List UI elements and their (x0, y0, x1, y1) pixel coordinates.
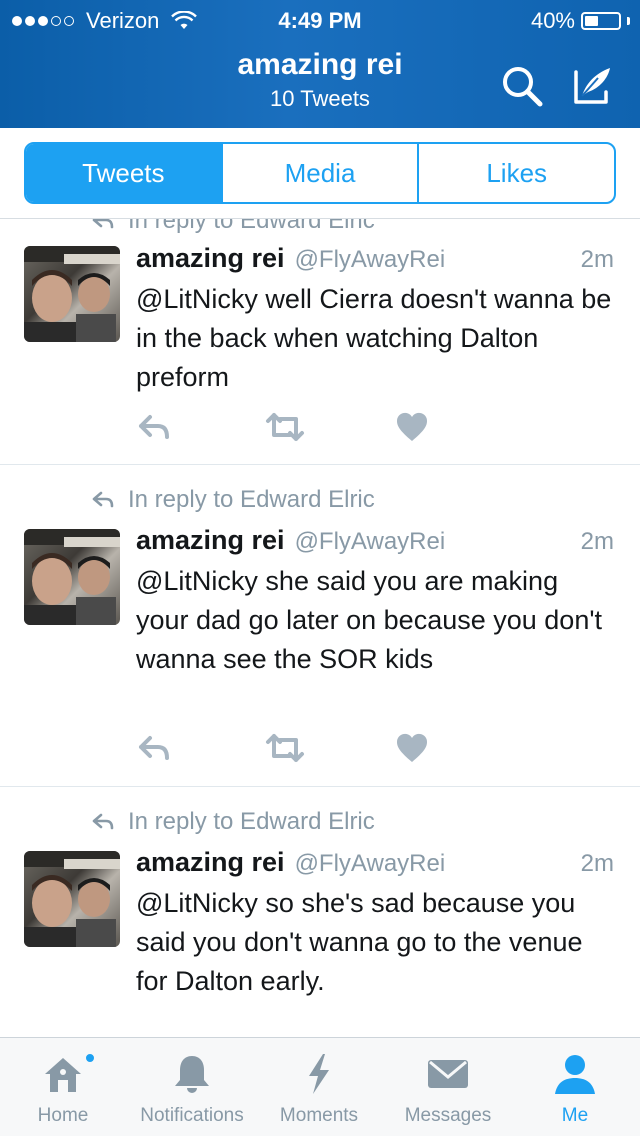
tweet-header: amazing rei @FlyAwayRei 2m (136, 847, 614, 883)
tweet-author-name[interactable]: amazing rei (136, 243, 285, 274)
tweet-author-handle[interactable]: @FlyAwayRei (295, 850, 446, 878)
tab-label: Me (561, 1105, 589, 1126)
reply-button[interactable] (136, 409, 172, 445)
avatar[interactable] (24, 246, 120, 342)
envelope-icon (428, 1060, 468, 1088)
tab-messages[interactable]: Messages (388, 1038, 508, 1136)
tab-tweets[interactable]: Tweets (26, 144, 221, 202)
profile-header: Verizon 4:49 PM 40% amazing rei 10 Tweet… (0, 0, 640, 128)
avatar[interactable] (24, 529, 120, 625)
status-right: 40% (531, 8, 630, 34)
reply-arrow-icon (92, 813, 114, 830)
bell-icon (175, 1056, 209, 1093)
battery-icon (581, 12, 621, 30)
notification-dot (84, 1052, 96, 1064)
avatar[interactable] (24, 851, 120, 947)
heart-icon (396, 412, 428, 441)
tweet-author-name[interactable]: amazing rei (136, 847, 285, 878)
profile-segmented-control: Tweets Media Likes (24, 142, 616, 204)
reply-context: In reply to Edward Elric (92, 806, 375, 838)
retweet-icon (266, 413, 304, 441)
tab-media[interactable]: Media (220, 144, 418, 202)
search-button[interactable] (498, 62, 546, 110)
tweet-author-name[interactable]: amazing rei (136, 525, 285, 556)
tweet-item[interactable]: In reply to Edward Elric amazing rei @Fl… (0, 787, 640, 1037)
tab-moments[interactable]: Moments (264, 1038, 374, 1136)
tab-label: Moments (279, 1105, 359, 1126)
lightning-icon (309, 1054, 329, 1094)
battery-tip (627, 17, 630, 25)
battery-level (585, 16, 598, 26)
retweet-button[interactable] (264, 730, 306, 766)
tab-likes[interactable]: Likes (417, 144, 614, 202)
tweet-text: @LitNicky well Cierra doesn't wanna be i… (136, 284, 612, 392)
bottom-tab-bar: Home Notifications Moments Messages Me (0, 1037, 640, 1136)
compose-button[interactable] (568, 62, 616, 110)
tab-notifications[interactable]: Notifications (126, 1038, 258, 1136)
tweet-text: @LitNicky she said you are making your d… (136, 566, 602, 674)
reply-context-text[interactable]: In reply to Edward Elric (128, 808, 375, 836)
tweet-item[interactable]: In reply to Edward Elric amazing rei @Fl… (0, 465, 640, 787)
tab-label: Home (37, 1105, 89, 1126)
tweet-author-handle[interactable]: @FlyAwayRei (295, 528, 446, 556)
reply-icon (139, 415, 169, 439)
reply-arrow-icon (92, 491, 114, 508)
tweet-timestamp: 2m (580, 246, 614, 273)
search-icon (503, 67, 543, 107)
heart-icon (396, 733, 428, 762)
tweet-item[interactable]: amazing rei @FlyAwayRei 2m @LitNicky wel… (0, 219, 640, 465)
reply-context: In reply to Edward Elric (92, 484, 375, 516)
tweet-header: amazing rei @FlyAwayRei 2m (136, 525, 614, 561)
reply-context-text[interactable]: In reply to Edward Elric (128, 486, 375, 514)
like-button[interactable] (394, 730, 430, 766)
retweet-icon (266, 734, 304, 762)
tab-me[interactable]: Me (520, 1038, 630, 1136)
tab-home[interactable]: Home (8, 1038, 118, 1136)
status-bar: Verizon 4:49 PM 40% (0, 0, 640, 40)
tab-label: Messages (404, 1105, 492, 1126)
tweet-text: @LitNicky so she's sad because you said … (136, 888, 583, 996)
reply-button[interactable] (136, 730, 172, 766)
tweet-timestamp: 2m (580, 528, 614, 555)
like-button[interactable] (394, 409, 430, 445)
tweet-header: amazing rei @FlyAwayRei 2m (136, 243, 614, 279)
person-icon (555, 1055, 595, 1094)
battery-percent: 40% (530, 8, 575, 33)
reply-icon (139, 736, 169, 760)
tweet-timestamp: 2m (580, 850, 614, 877)
retweet-button[interactable] (264, 409, 306, 445)
tweet-author-handle[interactable]: @FlyAwayRei (295, 246, 446, 274)
tweet-timeline[interactable]: In reply to Edward Elric amazing rei @Fl… (0, 219, 640, 1037)
compose-icon (574, 68, 610, 104)
tab-label: Notifications (140, 1105, 244, 1126)
home-icon (45, 1058, 81, 1092)
